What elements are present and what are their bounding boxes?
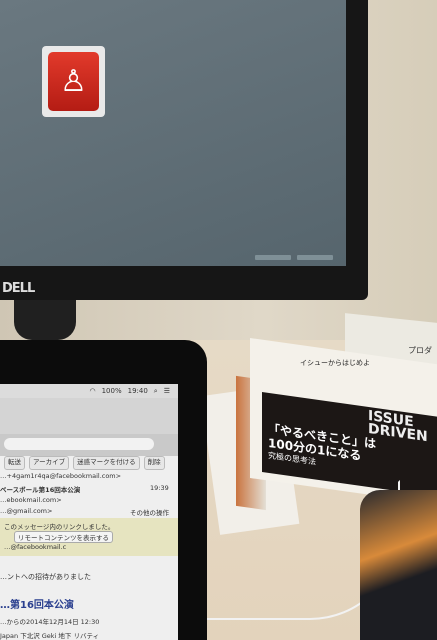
invite-text: …ントへの招待がありました <box>0 573 91 581</box>
mail-actions: 転送 アーカイブ 迷惑マークを付ける 削除 <box>0 456 178 470</box>
search-icon[interactable]: ⌕ <box>154 387 158 396</box>
email-to[interactable]: …ebookmail.com> <box>0 496 178 504</box>
pouch <box>360 490 437 640</box>
event-title[interactable]: …第16回本公演 <box>0 596 178 611</box>
monitor-stand <box>14 300 76 340</box>
notice-from: …@facebookmail.c <box>4 543 67 551</box>
event-place: Japan 下北沢 Geki 地下 リバティ <box>0 632 100 640</box>
junk-button[interactable]: 迷惑マークを付ける <box>73 456 140 470</box>
forward-button[interactable]: 転送 <box>4 456 25 470</box>
book-right-title: プロダ <box>408 346 432 355</box>
search-input[interactable] <box>4 438 154 450</box>
status-bar: ◠ 100% 19:40 ⌕ ☰ <box>0 384 178 398</box>
monitor-screen: ♙ <box>0 0 346 266</box>
remote-content-notice: このメッセージ内のリンクしました。 リモートコンテンツを表示する …@faceb… <box>0 518 178 556</box>
archive-button[interactable]: アーカイブ <box>29 456 70 470</box>
book-title: イシューからはじめよ <box>300 359 370 367</box>
delete-button[interactable]: 削除 <box>143 456 165 470</box>
taskbar-item[interactable] <box>255 255 291 260</box>
time: 19:40 <box>127 387 148 395</box>
battery-level: 100% <box>101 387 122 395</box>
wifi-icon: ◠ <box>89 387 96 395</box>
menu-icon[interactable]: ☰ <box>164 387 170 395</box>
taskbar <box>255 255 343 263</box>
person-icon: ♙ <box>48 52 99 111</box>
toolbar <box>0 398 178 434</box>
event-date: …からの2014年12月14日 12:30 <box>0 618 100 626</box>
email-from[interactable]: …+4gam1r4qa@facebookmail.com> <box>0 472 178 480</box>
email-time: 19:39 <box>150 484 169 492</box>
search-bar <box>0 434 178 456</box>
other-actions-link[interactable]: その他の操作 <box>130 507 178 517</box>
show-remote-content-button[interactable]: リモートコンテンツを表示する <box>14 531 113 543</box>
dell-logo: DELL <box>2 281 35 296</box>
notice-text: このメッセージ内のリンクしました。 <box>4 523 115 531</box>
taskbar-item[interactable] <box>297 255 333 260</box>
monitor: ♙ DELL <box>0 0 368 300</box>
app-icon[interactable]: ♙ <box>42 46 105 117</box>
ipad-screen: ◠ 100% 19:40 ⌕ ☰ 転送 アーカイブ 迷惑マークを付ける 削除 …… <box>0 384 178 640</box>
